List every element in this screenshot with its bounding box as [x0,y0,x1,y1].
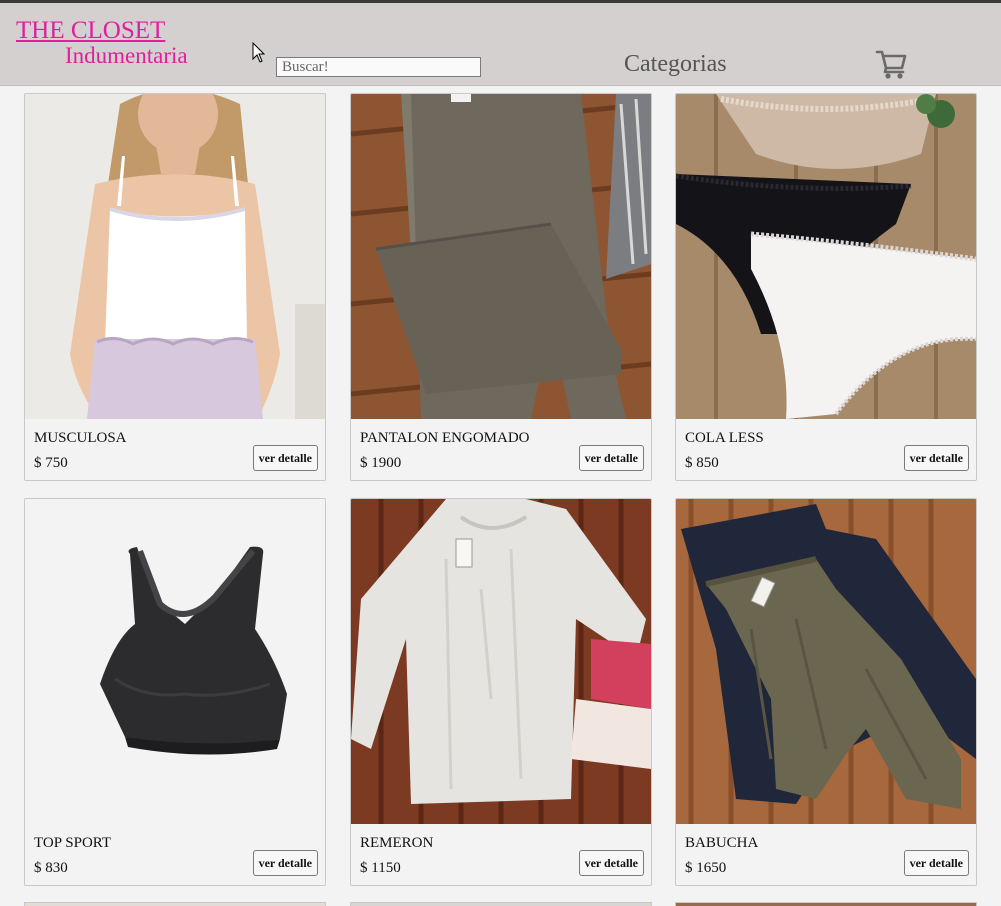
product-photo-underwear [676,94,976,419]
search-input[interactable] [276,57,481,77]
product-card: PANTALON ENGOMADO $ 1900 ver detalle [350,93,652,481]
product-price: $ 850 [685,455,719,471]
view-detail-button[interactable]: ver detalle [903,445,969,471]
product-price: $ 1650 [685,860,727,876]
brand-logo-link[interactable]: THE CLOSET [16,17,165,45]
view-detail-button[interactable]: ver detalle [252,445,318,471]
product-price: $ 830 [34,860,68,876]
product-photo-tank-top [25,94,325,419]
product-photo-pants [351,94,651,419]
site-header: THE CLOSET Indumentaria Categorias [0,3,1001,86]
product-card: TOP SPORT $ 830 ver detalle [24,498,326,886]
product-card: COLA LESS $ 850 ver detalle [675,93,977,481]
product-photo-jogger-pants [676,499,976,824]
product-card: BABUCHA $ 1650 ver detalle [675,498,977,886]
mouse-pointer-icon [252,42,266,63]
product-price: $ 1900 [360,455,402,471]
product-photo-long-tshirt [351,499,651,824]
product-name: COLA LESS [685,430,764,446]
product-name: PANTALON ENGOMADO [360,430,530,446]
product-card-partial [24,902,326,906]
product-card: REMERON $ 1150 ver detalle [350,498,652,886]
product-card-partial [675,902,977,906]
product-name: BABUCHA [685,835,759,851]
cart-icon[interactable] [875,48,909,80]
view-detail-button[interactable]: ver detalle [903,850,969,876]
product-name: REMERON [360,835,434,851]
view-detail-button[interactable]: ver detalle [252,850,318,876]
categories-menu[interactable]: Categorias [624,51,727,78]
product-name: MUSCULOSA [34,430,127,446]
product-name: TOP SPORT [34,835,112,851]
product-card: MUSCULOSA $ 750 ver detalle [24,93,326,481]
product-price: $ 1150 [360,860,401,876]
brand-subtitle: Indumentaria [65,43,188,68]
view-detail-button[interactable]: ver detalle [578,445,644,471]
view-detail-button[interactable]: ver detalle [578,850,644,876]
product-photo-sports-top [25,499,325,824]
product-price: $ 750 [34,455,68,471]
product-card-partial [350,902,652,906]
